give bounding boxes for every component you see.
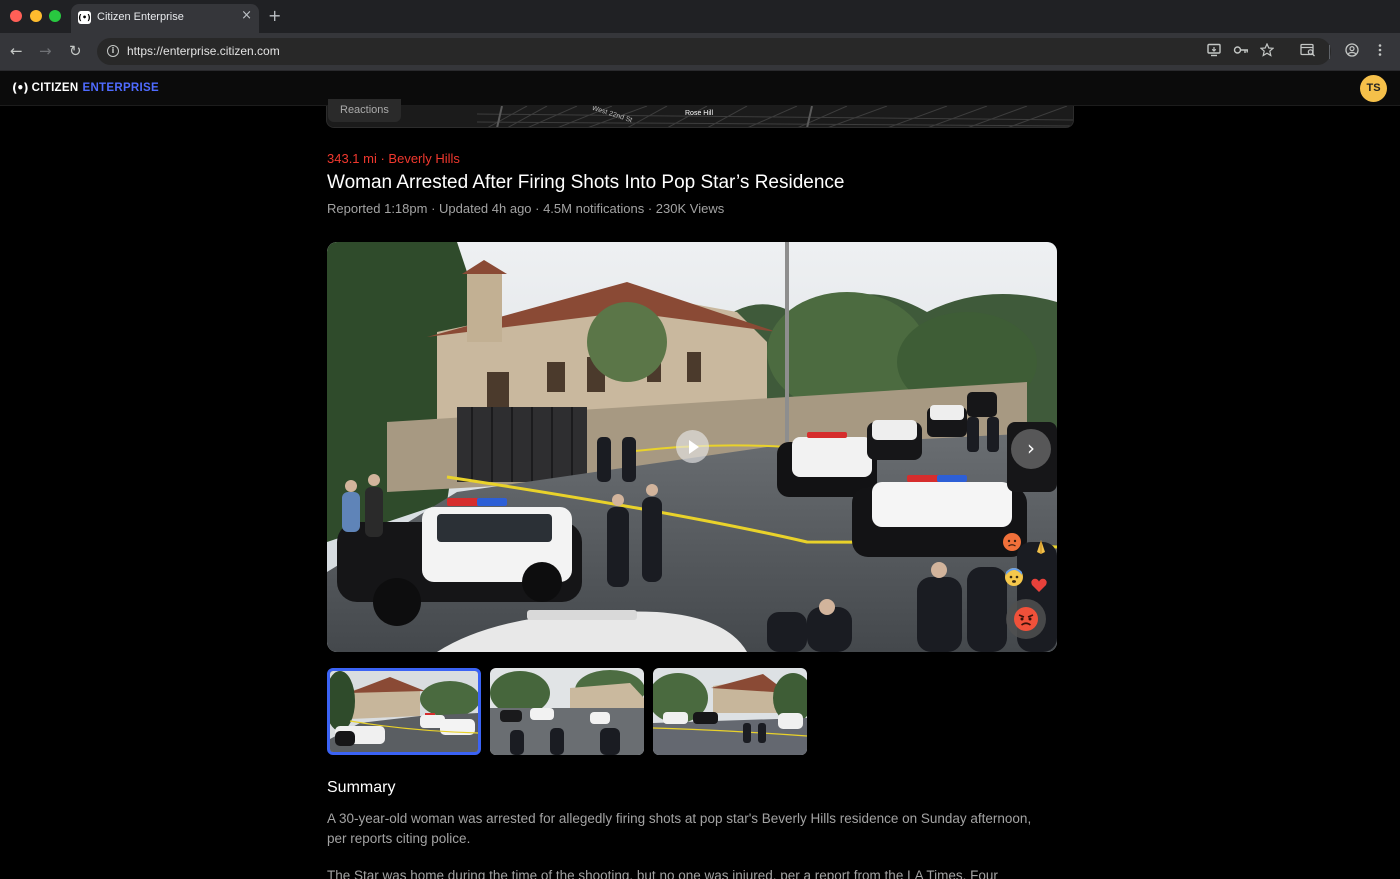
- citizen-favicon-icon: (•): [78, 11, 91, 24]
- site-info-icon[interactable]: i: [107, 45, 119, 57]
- citizen-enterprise-logo[interactable]: (•) CITIZEN ENTERPRISE: [12, 81, 159, 95]
- browser-tab-strip: (•) Citizen Enterprise × +: [0, 0, 1400, 33]
- toolbar-divider: [1329, 45, 1330, 59]
- url-text[interactable]: https://enterprise.citizen.com: [127, 44, 280, 58]
- key-icon[interactable]: [1233, 43, 1249, 62]
- media-thumbnails: [327, 668, 807, 755]
- star-icon[interactable]: [1259, 42, 1275, 62]
- maximize-window-button[interactable]: [49, 10, 61, 22]
- tab-search-icon[interactable]: [1300, 43, 1316, 62]
- incident-location: 343.1 mi · Beverly Hills: [327, 151, 460, 166]
- new-tab-button[interactable]: +: [268, 6, 281, 25]
- incident-map[interactable]: West 22nd St Rose Hill: [326, 106, 1074, 128]
- reactions-label: Reactions: [340, 104, 389, 116]
- close-window-button[interactable]: [10, 10, 22, 22]
- browser-tab[interactable]: (•) Citizen Enterprise ×: [71, 4, 259, 33]
- minimize-window-button[interactable]: [30, 10, 42, 22]
- browser-toolbar: ← → ↻ i https://enterprise.citizen.com: [0, 33, 1400, 71]
- next-media-button[interactable]: ›: [1011, 429, 1051, 469]
- address-bar[interactable]: i https://enterprise.citizen.com: [97, 38, 1331, 65]
- play-video-button[interactable]: [676, 430, 709, 463]
- back-button[interactable]: ←: [10, 42, 23, 60]
- incident-meta: Reported 1:18pm · Updated 4h ago · 4.5M …: [327, 201, 725, 216]
- citizen-logo-icon: (•): [12, 81, 29, 95]
- angry-emoji-icon: [1002, 532, 1022, 552]
- tab-title: Citizen Enterprise: [97, 11, 184, 23]
- install-app-icon[interactable]: [1207, 43, 1222, 62]
- menu-icon[interactable]: [1377, 43, 1383, 62]
- incident-media-viewer[interactable]: ›: [327, 242, 1057, 652]
- reactions-tab[interactable]: Reactions: [328, 99, 401, 122]
- media-thumbnail[interactable]: [327, 668, 481, 755]
- user-avatar[interactable]: TS: [1360, 75, 1387, 102]
- logo-citizen-text: CITIZEN: [31, 82, 79, 94]
- summary-paragraph: The Star was home during the time of the…: [327, 868, 998, 879]
- summary-heading: Summary: [327, 779, 396, 796]
- fearful-emoji-icon: [1004, 567, 1024, 587]
- heart-emoji-icon: [1030, 576, 1048, 594]
- summary-paragraph: A 30-year-old woman was arrested for all…: [327, 811, 1032, 846]
- reload-button[interactable]: ↻: [69, 42, 82, 60]
- app-header: (•) CITIZEN ENTERPRISE TS: [0, 71, 1400, 106]
- angry-reaction-button[interactable]: [1006, 599, 1046, 639]
- pray-emoji-icon: [1032, 538, 1050, 556]
- map-place-label: Rose Hill: [685, 110, 714, 117]
- media-thumbnail[interactable]: [490, 668, 644, 755]
- forward-button[interactable]: →: [39, 42, 52, 60]
- logo-enterprise-text: ENTERPRISE: [82, 82, 159, 94]
- media-thumbnail[interactable]: [653, 668, 807, 755]
- incident-title: Woman Arrested After Firing Shots Into P…: [327, 172, 845, 193]
- profile-icon[interactable]: [1345, 43, 1359, 62]
- tab-close-icon[interactable]: ×: [241, 8, 252, 23]
